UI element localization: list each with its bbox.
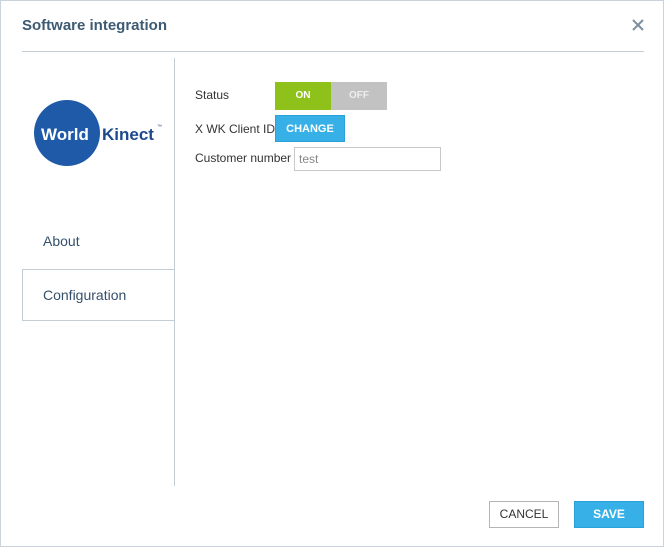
nav-item-label: Configuration <box>43 287 127 303</box>
customer-number-label: Customer number <box>195 151 292 165</box>
status-label: Status <box>195 88 230 102</box>
save-button[interactable]: SAVE <box>574 501 644 528</box>
logo-word-world: World <box>41 125 89 144</box>
status-on-button[interactable]: ON <box>275 82 331 110</box>
customer-number-field[interactable] <box>294 147 441 171</box>
nav-item-configuration[interactable]: Configuration <box>22 269 175 321</box>
change-client-id-button[interactable]: CHANGE <box>275 115 345 142</box>
nav-divider <box>174 58 175 486</box>
client-id-label: X WK Client ID <box>195 122 276 136</box>
status-off-button[interactable]: OFF <box>331 82 387 110</box>
logo-word-kinect: Kinect <box>102 125 154 144</box>
dialog-title: Software integration <box>22 17 168 34</box>
software-integration-dialog: Software integration World Kinect ™ Abou… <box>0 0 664 547</box>
logo-trademark: ™ <box>157 124 162 130</box>
nav-item-about[interactable]: About <box>22 215 174 267</box>
cancel-button[interactable]: CANCEL <box>489 501 559 528</box>
world-kinect-logo: World Kinect ™ <box>32 98 164 168</box>
nav-item-label: About <box>43 233 80 249</box>
title-divider <box>22 51 644 52</box>
status-toggle[interactable]: ON OFF <box>275 82 387 110</box>
close-icon[interactable] <box>628 15 648 35</box>
